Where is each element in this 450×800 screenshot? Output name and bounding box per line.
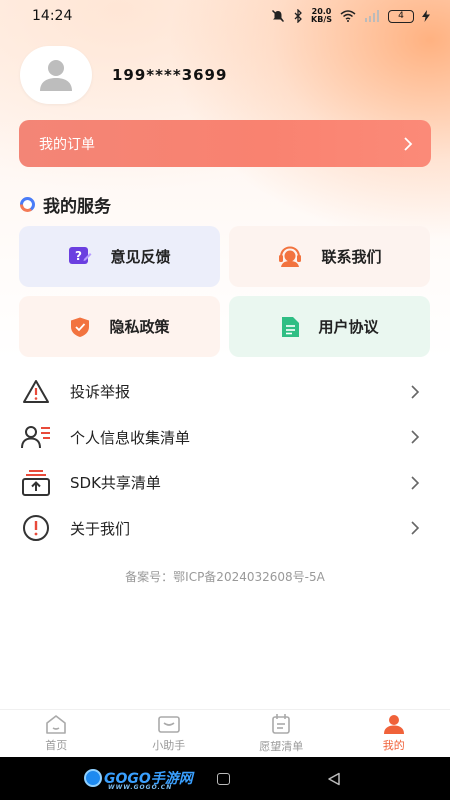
shield-icon (71, 317, 90, 337)
watermark-logo: GOGO手游网 WWW.GOGO.CN (84, 767, 193, 791)
info-circle-icon (23, 515, 49, 542)
bottom-tab-bar: 首页 小助手 愿望清单 我的 (0, 709, 450, 757)
battery-indicator: 4 (388, 9, 414, 23)
list-item-personal-info[interactable]: 个人信息收集清单 (0, 415, 450, 461)
status-bar: 14:24 20.0 KB/S 4 (0, 0, 450, 32)
tab-label: 愿望清单 (259, 740, 304, 753)
user-agreement-label: 用户协议 (318, 318, 379, 336)
feedback-label: 意见反馈 (110, 248, 171, 266)
user-profile[interactable]: 199****3699 (20, 46, 227, 104)
chevron-right-icon (411, 476, 420, 490)
tab-home[interactable]: 首页 (0, 710, 113, 757)
privacy-policy-card[interactable]: 隐私政策 (19, 296, 220, 357)
status-icons: 20.0 KB/S 4 (271, 8, 430, 24)
customer-service-icon (279, 245, 302, 267)
icp-record: 备案号：鄂ICP备2024032608号-5A (125, 570, 325, 584)
list-item-label: 关于我们 (70, 519, 131, 538)
system-nav-bar: GOGO手游网 WWW.GOGO.CN (0, 757, 450, 800)
tab-profile[interactable]: 我的 (338, 710, 450, 757)
user-phone: 199****3699 (112, 66, 228, 84)
list-item-label: 个人信息收集清单 (70, 428, 191, 447)
network-speed: 20.0 KB/S (311, 7, 332, 24)
avatar[interactable] (20, 46, 92, 104)
tab-label: 小助手 (152, 739, 186, 752)
tab-assistant[interactable]: 小助手 (113, 710, 226, 757)
charging-bolt-icon (422, 10, 430, 22)
chevron-right-icon (411, 521, 420, 535)
chevron-right-icon (411, 430, 420, 444)
recents-button[interactable] (217, 773, 230, 785)
tab-wishlist[interactable]: 愿望清单 (225, 710, 338, 757)
my-orders-bar[interactable]: 我的订单 (19, 120, 431, 167)
user-agreement-card[interactable]: 用户协议 (229, 296, 430, 357)
wishlist-icon (272, 714, 291, 734)
list-item-label: SDK共享清单 (70, 474, 161, 493)
tab-label: 首页 (45, 739, 68, 752)
contact-us-card[interactable]: 联系我们 (229, 226, 430, 287)
privacy-policy-label: 隐私政策 (109, 318, 170, 336)
assistant-icon (157, 716, 180, 733)
wifi-icon (340, 10, 356, 22)
warning-triangle-icon (23, 379, 49, 403)
status-time: 14:24 (32, 8, 73, 24)
menu-list: 投诉举报 个人信息收集清单 SDK共享清单 关于我们 (0, 369, 450, 551)
user-list-icon (21, 426, 50, 449)
share-box-icon (22, 469, 50, 496)
signal-icon (365, 10, 379, 22)
services-section-title: 我的服务 (20, 192, 111, 217)
list-item-sdk-share[interactable]: SDK共享清单 (0, 460, 450, 506)
list-item-about-us[interactable]: 关于我们 (0, 506, 450, 552)
feedback-card[interactable]: ? 意见反馈 (19, 226, 220, 287)
document-icon (282, 316, 300, 337)
svg-text:?: ? (76, 249, 83, 263)
chevron-right-icon (411, 385, 420, 399)
list-item-label: 投诉举报 (70, 383, 131, 402)
feedback-icon: ? (69, 246, 92, 264)
chevron-right-icon (404, 136, 413, 151)
logo-ball-icon (84, 769, 102, 787)
profile-icon (383, 715, 404, 734)
default-avatar-icon (40, 60, 72, 91)
list-item-complaint[interactable]: 投诉举报 (0, 369, 450, 415)
home-icon (46, 715, 67, 734)
bluetooth-icon (294, 9, 302, 23)
tab-label: 我的 (382, 739, 405, 752)
back-triangle-icon[interactable] (327, 772, 341, 786)
my-orders-label: 我的订单 (39, 136, 95, 153)
mute-bell-icon (271, 9, 285, 23)
contact-us-label: 联系我们 (321, 248, 382, 266)
ring-icon (20, 197, 35, 212)
